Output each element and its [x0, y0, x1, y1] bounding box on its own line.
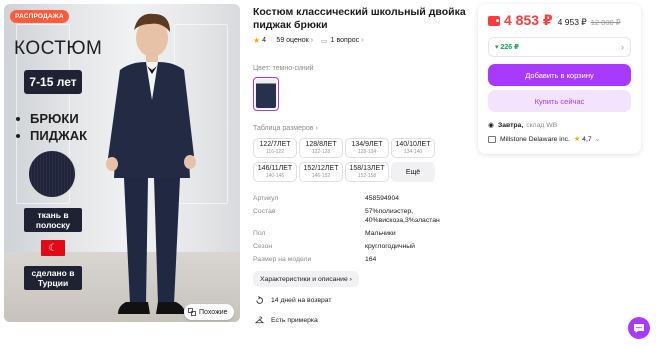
similar-label: Похожие	[199, 308, 228, 316]
star-icon: ★	[573, 136, 581, 143]
color-option-dark-blue[interactable]	[253, 77, 279, 111]
product-info: Костюм классический школьный двойка пидж…	[253, 6, 473, 327]
box-icon: ◉	[488, 122, 494, 129]
add-to-cart-button[interactable]: Добавить в корзину	[488, 64, 631, 86]
chevron-right-icon: ›	[621, 42, 624, 52]
turkey-flag-icon: ☾	[41, 240, 65, 256]
color-label: Цвет: темно-синий	[253, 65, 314, 72]
size-option[interactable]: 158/13ЛЕТ 152-158	[345, 162, 389, 182]
buy-box: 4 853 ₽ 4 953 ₽ 12 800 ₽ ▾ 226 ₽ › Добав…	[478, 4, 641, 154]
sale-badge: РАСПРОДАЖА	[10, 10, 69, 23]
return-info: 14 дней на возврат	[253, 293, 473, 307]
buy-now-button[interactable]: Купить сейчас	[488, 90, 631, 112]
seller-rating: 4,7	[582, 135, 592, 143]
spec-row: Размер на модели 164	[253, 256, 377, 263]
price-old: 12 800 ₽	[590, 18, 621, 27]
shop-icon	[488, 135, 496, 143]
spec-row: Пол Мальчики	[253, 230, 396, 237]
rating-row: ★ 4 · 59 оценок › ▭ 1 вопрос ›	[253, 36, 364, 45]
triangle-down-icon: ▾	[495, 44, 499, 51]
rating-value: 4	[262, 37, 267, 44]
spec-row: Артикул 458594904	[253, 195, 400, 202]
cashback-value: 226 ₽	[500, 44, 519, 51]
delivery-day: Завтра,	[497, 121, 524, 129]
cashback-row[interactable]: ▾ 226 ₽ ›	[488, 37, 631, 57]
characteristics-button[interactable]: Характеристики и описание ›	[253, 271, 359, 287]
price: 4 953 ₽	[557, 17, 587, 27]
overlay-item: ПИДЖАК	[16, 127, 87, 144]
chat-bubble-icon: ▭	[321, 37, 328, 45]
chevron-right-icon: ›	[361, 37, 364, 44]
star-icon: ★	[253, 36, 261, 45]
overlay-fabric: ткань в полоску	[24, 208, 82, 232]
size-option[interactable]: 134/9ЛЕТ 128-134	[345, 138, 389, 158]
specs-table: Артикул 458594904 Состав 57%полиэстер, 40%…	[253, 194, 473, 264]
seller-name[interactable]: Millstone Delaware inc.	[500, 136, 570, 143]
size-table-link[interactable]: Таблица размеров ›	[253, 125, 473, 132]
chevron-right-icon: ›	[315, 125, 318, 132]
similar-icon	[188, 308, 196, 316]
chevron-down-icon: ⌄	[594, 136, 601, 143]
similar-button[interactable]: Похожие	[184, 304, 234, 320]
chevron-right-icon: ›	[349, 275, 352, 283]
size-option[interactable]: 122/7ЛЕТ 116-122	[253, 138, 297, 158]
size-option[interactable]: 146/11ЛЕТ 140-146	[253, 162, 297, 182]
wallet-icon	[488, 15, 500, 26]
overlay-items: БРЮКИ ПИДЖАК	[16, 110, 87, 144]
reviews-link[interactable]: 59 оценок	[276, 37, 308, 44]
size-option[interactable]: 152/12ЛЕТ 146-152	[299, 162, 343, 182]
model-boy-figure	[106, 13, 196, 314]
overlay-made: сделано в Турции	[24, 266, 82, 290]
size-option[interactable]: 128/8ЛЕТ 122-128	[299, 138, 343, 158]
delivery-warehouse: склад WB	[526, 121, 558, 129]
return-icon	[256, 295, 263, 304]
spec-row: Состав 57%полиэстер, 40%вискоза,3%эластан	[253, 208, 440, 224]
color-section: Цвет: темно-синий	[253, 65, 473, 111]
fabric-swatch	[28, 150, 76, 198]
chat-icon	[634, 323, 644, 333]
delivery-info: ◉ Завтра, склад WB	[488, 121, 631, 130]
more-sizes-button[interactable]: Ещё	[391, 162, 435, 182]
seller-info[interactable]: Millstone Delaware inc. ★ 4,7 ⌄	[488, 135, 631, 143]
size-selector: 122/7ЛЕТ 116-122 128/8ЛЕТ 122-128 134/9ЛЕТ…	[253, 138, 473, 182]
chevron-right-icon: ›	[310, 37, 314, 44]
overlay-age: 7-15 лет	[24, 70, 82, 94]
price-row: 4 853 ₽ 4 953 ₽ 12 800 ₽	[488, 12, 631, 29]
product-photo[interactable]: РАСПРОДАЖА КОСТЮМ 7-15 лет БРЮКИ ПИДЖАК …	[4, 4, 240, 322]
overlay-item: БРЮКИ	[16, 110, 87, 127]
chat-button[interactable]	[628, 317, 650, 339]
product-title: Костюм классический школьный двойка пидж…	[253, 6, 466, 31]
questions-link[interactable]: 1 вопрос	[331, 37, 359, 44]
price-with-wallet: 4 853 ₽	[504, 12, 553, 28]
spec-row: Сезон круглогодичный	[253, 243, 415, 250]
fitting-info: Есть примерка	[253, 313, 473, 327]
hanger-icon	[255, 316, 264, 323]
size-option[interactable]: 140/10ЛЕТ 134-140	[391, 138, 435, 158]
